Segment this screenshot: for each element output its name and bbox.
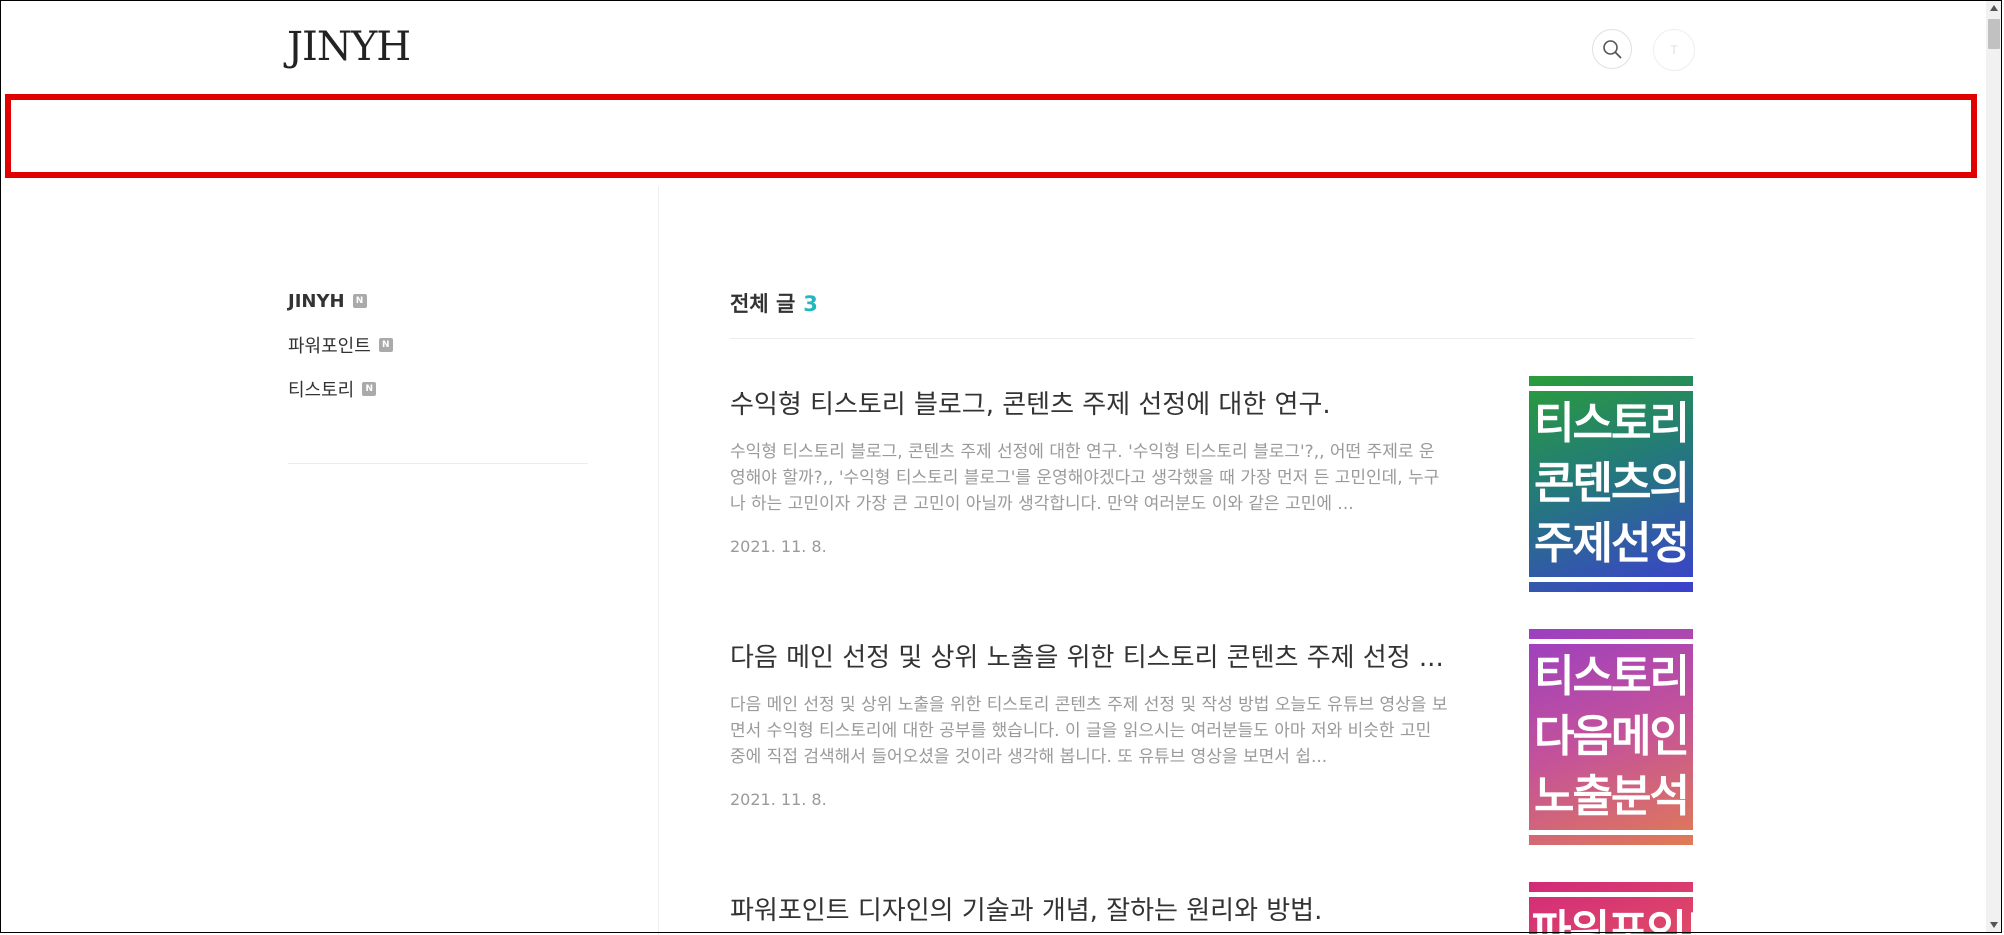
section-label: 전체 글 bbox=[730, 292, 796, 316]
thumbnail-text: 주제선정 bbox=[1534, 518, 1690, 569]
sidebar-item-label: 파워포인트 bbox=[288, 336, 371, 357]
thumbnail-stripe bbox=[1529, 892, 1693, 897]
column-divider bbox=[658, 186, 659, 935]
new-badge: N bbox=[378, 338, 393, 352]
thumbnail-text: 파워포인트 bbox=[1531, 906, 1693, 934]
sidebar-item-powerpoint[interactable]: 파워포인트 N bbox=[288, 334, 588, 357]
sidebar-item-tistory[interactable]: 티스토리 N bbox=[288, 378, 588, 401]
sidebar-item-label: 티스토리 bbox=[288, 380, 355, 401]
blog-logo[interactable]: JINYH bbox=[287, 24, 411, 70]
new-badge: N bbox=[362, 382, 377, 396]
post-title[interactable]: 다음 메인 선정 및 상위 노출을 위한 티스토리 콘텐츠 주제 선정 ... bbox=[730, 637, 1450, 674]
post-thumbnail[interactable]: 티스토리 다음메인 노출분석 bbox=[1529, 629, 1693, 845]
profile-avatar[interactable]: T bbox=[1653, 29, 1695, 71]
thumbnail-text: 다음메인 bbox=[1534, 711, 1690, 762]
post-excerpt: 수익형 티스토리 블로그, 콘텐츠 주제 선정에 대한 연구. '수익형 티스토… bbox=[730, 442, 1440, 514]
scroll-up-icon[interactable] bbox=[1990, 5, 1998, 11]
sidebar-item-label: JINYH bbox=[288, 290, 345, 312]
vertical-scrollbar[interactable] bbox=[1986, 1, 2002, 932]
avatar-initial: T bbox=[1670, 43, 1678, 57]
thumbnail-text: 티스토리 bbox=[1534, 398, 1690, 449]
thumbnail-stripe bbox=[1529, 577, 1693, 582]
thumbnail-stripe bbox=[1529, 386, 1693, 391]
thumbnail-text: 티스토리 bbox=[1534, 651, 1690, 702]
scroll-down-icon[interactable] bbox=[1990, 922, 1998, 928]
section-title: 전체 글 3 bbox=[730, 288, 818, 318]
category-sidebar: JINYH N 파워포인트 N 티스토리 N bbox=[288, 290, 588, 422]
search-button[interactable] bbox=[1592, 29, 1632, 69]
highlight-box bbox=[5, 94, 1977, 178]
thumbnail-stripe bbox=[1529, 639, 1693, 644]
post-thumbnail[interactable]: 파워포인트 bbox=[1529, 882, 1693, 934]
thumbnail-stripe bbox=[1529, 830, 1693, 835]
scrollbar-thumb[interactable] bbox=[1988, 19, 2000, 49]
sidebar-item-jinyh[interactable]: JINYH N bbox=[288, 290, 588, 312]
thumbnail-text: 콘텐츠의 bbox=[1534, 458, 1690, 509]
post-title[interactable]: 수익형 티스토리 블로그, 콘텐츠 주제 선정에 대한 연구. bbox=[730, 384, 1450, 421]
post-count: 3 bbox=[803, 292, 818, 316]
section-divider bbox=[730, 338, 1694, 339]
new-badge: N bbox=[352, 294, 367, 308]
post-thumbnail[interactable]: 티스토리 콘텐츠의 주제선정 bbox=[1529, 376, 1693, 592]
post-title[interactable]: 파워포인트 디자인의 기술과 개념, 잘하는 원리와 방법. bbox=[730, 890, 1450, 927]
thumbnail-text: 노출분석 bbox=[1534, 771, 1690, 822]
post-excerpt: 다음 메인 선정 및 상위 노출을 위한 티스토리 콘텐츠 주제 선정 및 작성… bbox=[730, 695, 1448, 767]
search-icon bbox=[1603, 40, 1622, 59]
sidebar-divider bbox=[288, 463, 588, 464]
